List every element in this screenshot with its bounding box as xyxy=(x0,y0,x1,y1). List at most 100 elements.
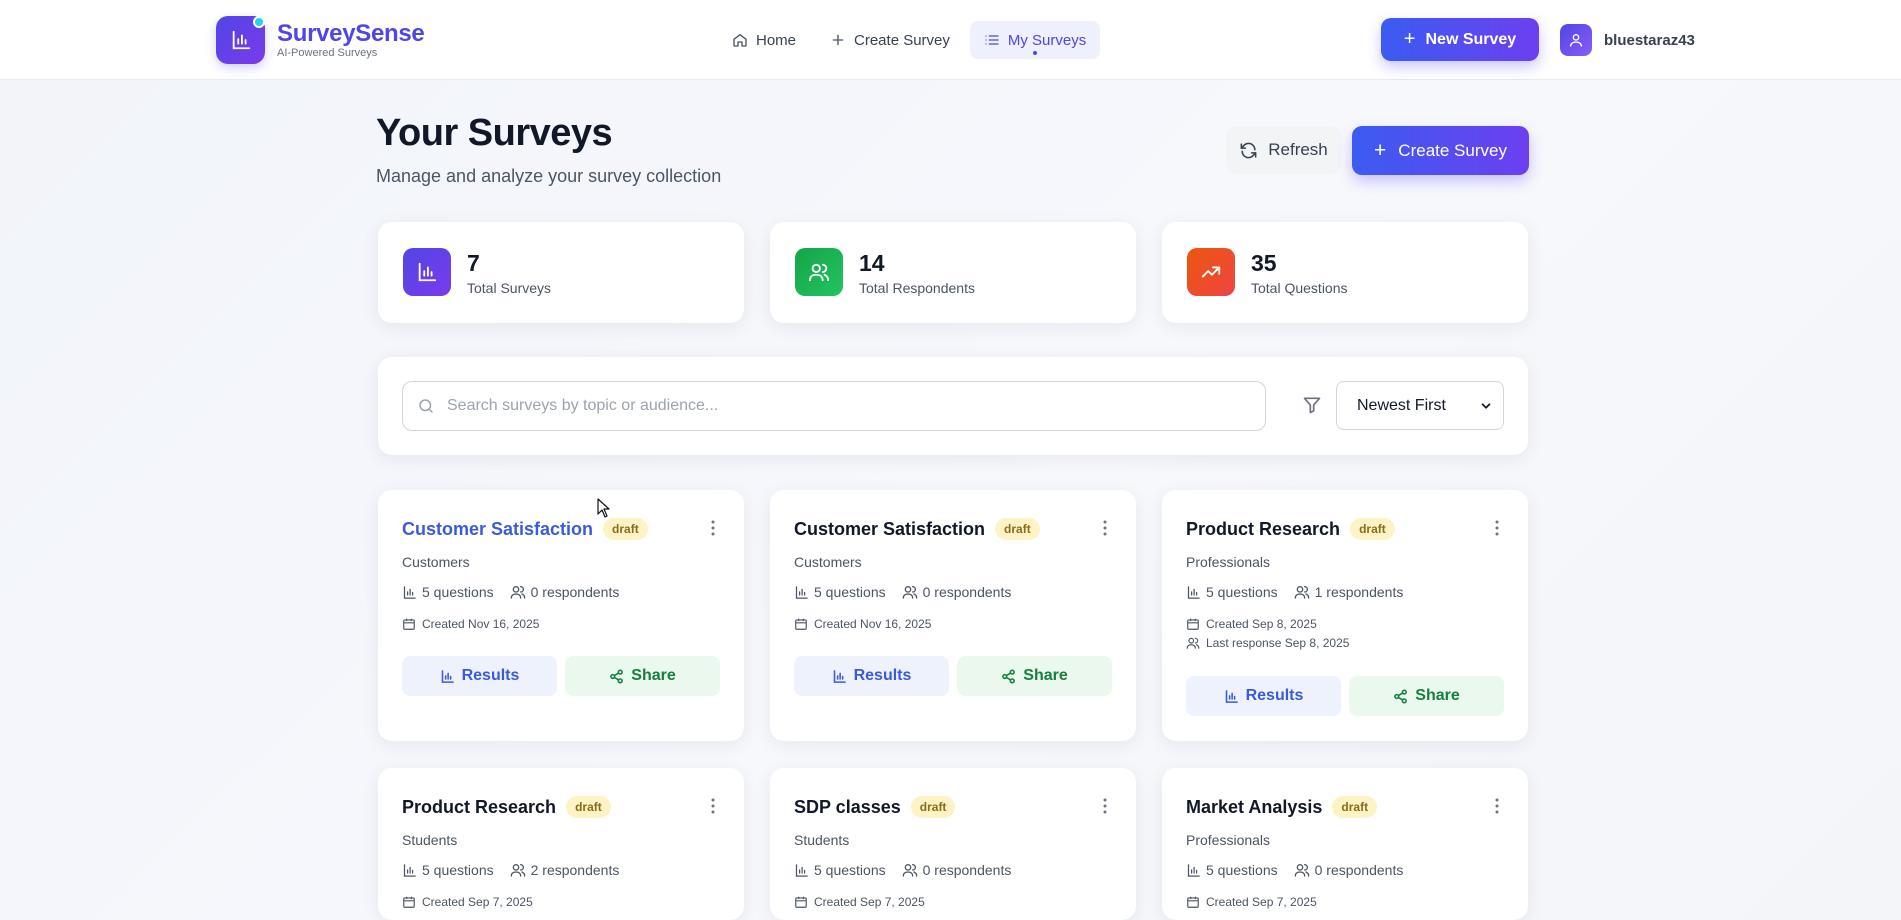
new-survey-button[interactable]: + New Survey xyxy=(1381,18,1539,61)
survey-meta: 5 questions 0 respondents xyxy=(794,862,1027,878)
page-title: Your Surveys xyxy=(376,112,613,154)
survey-title: Product Research xyxy=(402,796,557,817)
status-badge: draft xyxy=(603,518,648,540)
bar-chart-icon xyxy=(795,863,808,877)
survey-title-link[interactable]: Market Analysis draft xyxy=(1186,796,1378,818)
survey-card: Product Research draft Professionals 5 q… xyxy=(1162,490,1528,741)
share-button[interactable]: Share xyxy=(1349,676,1504,716)
card-actions: Results Share xyxy=(1186,676,1504,716)
search-input[interactable] xyxy=(447,397,1265,415)
survey-created-date: Created Sep 7, 2025 xyxy=(1186,895,1317,909)
survey-card: Customer Satisfaction draft Customers 5 … xyxy=(770,490,1136,741)
search-panel: Newest First xyxy=(378,357,1528,455)
refresh-label: Refresh xyxy=(1268,140,1328,159)
survey-meta: 5 questions 1 respondents xyxy=(1186,584,1419,600)
last-response-label: Last response Sep 8, 2025 xyxy=(1206,636,1350,650)
search-icon xyxy=(419,399,433,413)
more-vertical-icon[interactable] xyxy=(1102,520,1108,536)
status-badge: draft xyxy=(1350,518,1395,540)
results-label: Results xyxy=(461,667,520,684)
survey-title: Product Research xyxy=(1186,518,1341,539)
respondent-count: 0 respondents xyxy=(922,584,1012,600)
survey-title-link[interactable]: Customer Satisfaction draft xyxy=(402,518,648,540)
more-vertical-icon[interactable] xyxy=(710,520,716,536)
main-nav: Home Create Survey My Surveys xyxy=(718,21,1106,59)
more-vertical-icon[interactable] xyxy=(1102,798,1108,814)
question-count: 5 questions xyxy=(814,584,886,600)
stat-value: 35 xyxy=(1251,250,1277,276)
more-vertical-icon[interactable] xyxy=(1494,798,1500,814)
share-icon xyxy=(610,668,624,684)
status-badge: draft xyxy=(995,518,1040,540)
users-icon xyxy=(902,586,917,599)
survey-title-link[interactable]: Product Research draft xyxy=(1186,518,1395,540)
results-button[interactable]: Results xyxy=(794,656,949,696)
more-vertical-icon[interactable] xyxy=(1494,520,1500,536)
survey-last-response: Last response Sep 8, 2025 xyxy=(1186,636,1349,650)
respondent-count: 0 respondents xyxy=(1314,862,1404,878)
survey-card: SDP classes draft Students 5 questions 0… xyxy=(770,768,1136,920)
share-button[interactable]: Share xyxy=(565,656,720,696)
nav-my-surveys[interactable]: My Surveys xyxy=(969,21,1101,59)
status-badge: draft xyxy=(1332,796,1378,818)
survey-title-link[interactable]: SDP classes draft xyxy=(794,796,956,818)
results-button[interactable]: Results xyxy=(1186,676,1341,716)
status-badge: draft xyxy=(566,796,611,818)
survey-meta: 5 questions 0 respondents xyxy=(402,584,635,600)
stat-label: Total Respondents xyxy=(859,280,975,296)
question-count: 5 questions xyxy=(422,862,494,878)
sort-select[interactable]: Newest First xyxy=(1336,381,1504,430)
share-button[interactable]: Share xyxy=(957,656,1112,696)
trending-up-icon xyxy=(1187,248,1235,296)
user-menu[interactable]: bluestaraz43 xyxy=(1560,24,1695,56)
survey-title: Customer Satisfaction xyxy=(794,518,986,539)
nav-create-survey[interactable]: Create Survey xyxy=(816,21,964,59)
question-count: 5 questions xyxy=(1206,862,1278,878)
bar-chart-icon xyxy=(1187,863,1200,877)
created-label: Created Nov 16, 2025 xyxy=(814,617,932,631)
users-icon xyxy=(510,864,525,877)
results-button[interactable]: Results xyxy=(402,656,557,696)
created-label: Created Sep 8, 2025 xyxy=(1206,617,1317,631)
users-icon xyxy=(1294,586,1309,599)
search-box[interactable] xyxy=(402,381,1266,431)
survey-created-date: Created Sep 8, 2025 xyxy=(1186,617,1317,631)
survey-title-link[interactable]: Customer Satisfaction draft xyxy=(794,518,1040,540)
respondent-count: 1 respondents xyxy=(1314,584,1404,600)
survey-title-link[interactable]: Product Research draft xyxy=(402,796,611,818)
calendar-icon xyxy=(1187,896,1199,908)
more-vertical-icon[interactable] xyxy=(710,798,716,814)
bar-chart-icon xyxy=(795,585,808,599)
survey-audience: Professionals xyxy=(1186,832,1271,848)
survey-created-date: Created Sep 7, 2025 xyxy=(794,895,925,909)
filter-icon[interactable] xyxy=(1302,395,1322,415)
nav-home[interactable]: Home xyxy=(718,21,810,59)
results-label: Results xyxy=(853,667,912,684)
calendar-icon xyxy=(1187,618,1199,630)
calendar-icon xyxy=(403,896,415,908)
survey-created-date: Created Nov 16, 2025 xyxy=(402,617,539,631)
survey-card: Market Analysis draft Professionals 5 qu… xyxy=(1162,768,1528,920)
brand-name: SurveySense xyxy=(277,20,425,47)
create-survey-button[interactable]: + Create Survey xyxy=(1352,126,1529,175)
bar-chart-icon xyxy=(1225,689,1238,703)
refresh-button[interactable]: Refresh xyxy=(1226,126,1341,174)
question-count: 5 questions xyxy=(422,584,494,600)
list-icon xyxy=(985,35,999,45)
page-subtitle: Manage and analyze your survey collectio… xyxy=(376,166,722,186)
users-icon xyxy=(795,248,843,296)
bar-chart-icon xyxy=(1187,585,1200,599)
survey-audience: Students xyxy=(794,832,850,848)
brand[interactable]: SurveySense AI-Powered Surveys xyxy=(216,16,425,64)
nav-my-surveys-label: My Surveys xyxy=(1007,31,1087,49)
share-label: Share xyxy=(1023,667,1068,684)
created-label: Created Sep 7, 2025 xyxy=(814,895,925,909)
stat-card-total-respondents: 14 Total Respondents xyxy=(770,222,1136,323)
results-label: Results xyxy=(1245,687,1304,704)
share-label: Share xyxy=(631,667,676,684)
survey-created-date: Created Sep 7, 2025 xyxy=(402,895,533,909)
survey-title: Customer Satisfaction xyxy=(402,518,594,539)
survey-created-date: Created Nov 16, 2025 xyxy=(794,617,931,631)
bar-chart-icon xyxy=(403,863,416,877)
survey-card: Customer Satisfaction draft Customers 5 … xyxy=(378,490,744,741)
